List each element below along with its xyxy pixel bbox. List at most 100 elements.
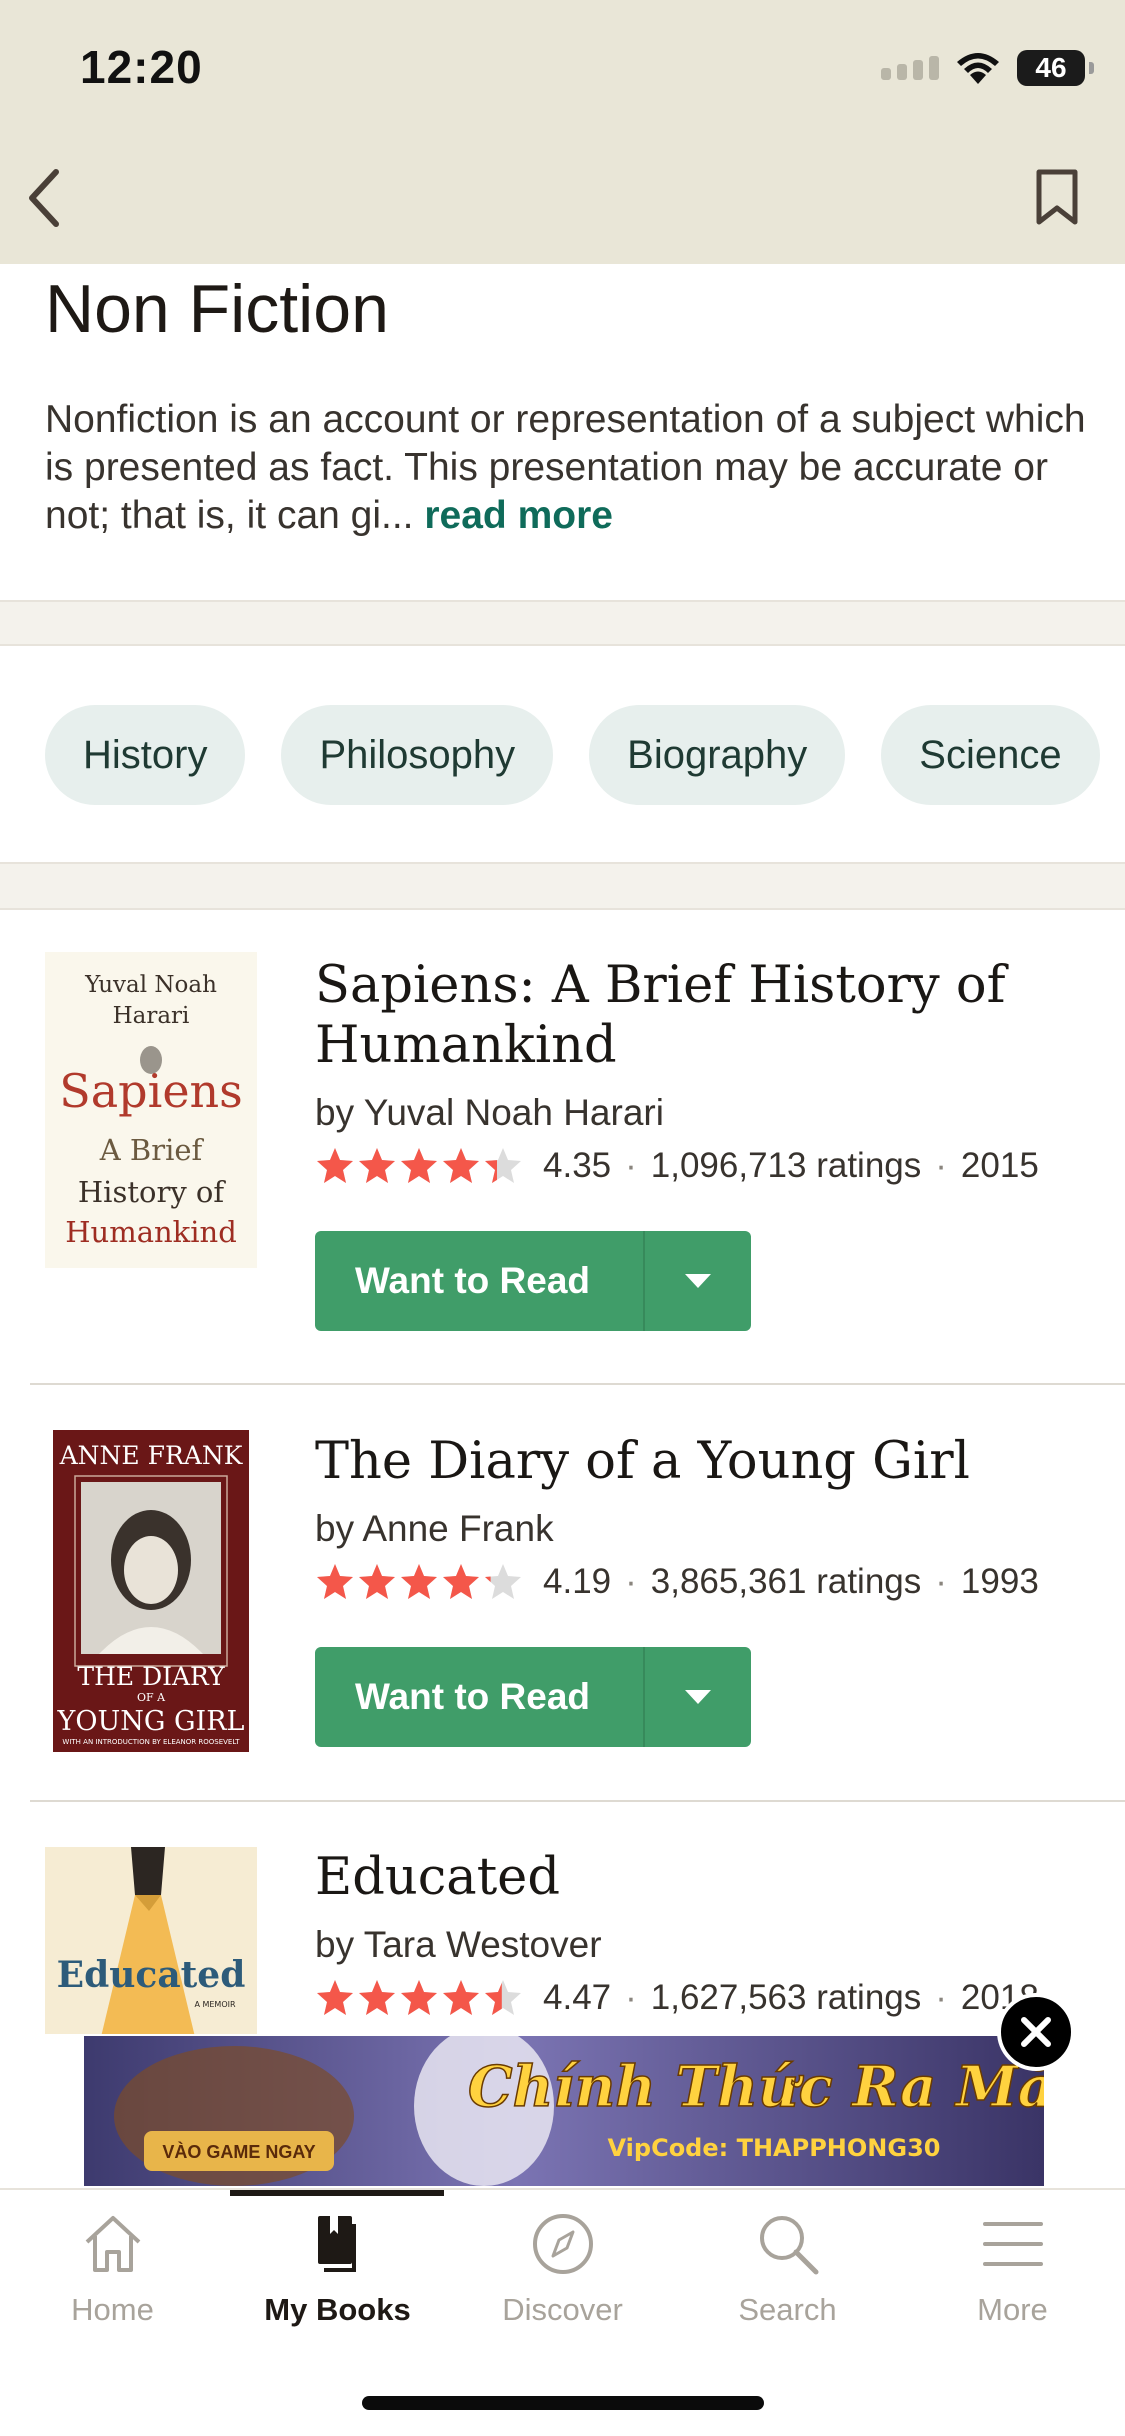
shelf-dropdown-button[interactable]: [645, 1231, 751, 1331]
average-rating: 4.47: [543, 1978, 612, 2017]
star-icon: [443, 1148, 479, 1183]
cover-author: ANNE FRANK: [59, 1441, 244, 1470]
row-divider: [30, 1383, 1125, 1385]
star-icon: [401, 1980, 437, 2015]
want-to-read-button[interactable]: Want to Read: [315, 1647, 751, 1747]
ad-code: VipCode: THAPPHONG30: [608, 2134, 941, 2162]
cover-title: YOUNG GIRL: [57, 1706, 245, 1737]
tab-label: Home: [71, 2292, 154, 2327]
active-tab-indicator: [230, 2190, 444, 2196]
page-title: Non Fiction: [45, 271, 389, 347]
book-title[interactable]: The Diary of a Young Girl: [315, 1432, 1075, 1492]
compass-icon: [532, 2214, 593, 2274]
star-icon: [443, 1980, 479, 2015]
ad-headline: Chính Thức Ra Mắt: [468, 2054, 1044, 2120]
star-icon: [359, 1564, 395, 1599]
ratings-count: 1,627,563 ratings: [650, 1978, 922, 2017]
star-rating: [315, 1562, 523, 1602]
book-author[interactable]: by Anne Frank: [315, 1508, 554, 1550]
book-title[interactable]: Educated: [315, 1848, 1075, 1908]
separator-dot: ·: [625, 1978, 637, 2017]
book-cover[interactable]: ANNE FRANK THE DIARY OF A YOUNG GIRL WIT…: [53, 1430, 249, 1752]
chip-history[interactable]: History: [45, 705, 246, 805]
book-author[interactable]: by Yuval Noah Harari: [315, 1092, 664, 1134]
ratings-count: 1,096,713 ratings: [650, 1146, 922, 1185]
genre-description: Nonfiction is an account or representati…: [45, 396, 1095, 540]
separator-dot: ·: [935, 1562, 947, 1601]
cover-title: Educated: [57, 1954, 246, 1996]
top-bar: 12:20 46: [0, 0, 1125, 264]
star-rating: [315, 1978, 523, 2018]
books-icon: [317, 2216, 356, 2272]
section-divider: [0, 862, 1125, 910]
subgenre-chips: History Philosophy Biography Science: [45, 705, 1100, 805]
wifi-icon: [957, 53, 999, 84]
tab-search[interactable]: Search: [675, 2210, 900, 2340]
cellular-signal-icon: [881, 56, 939, 80]
back-button[interactable]: [22, 168, 66, 228]
separator-dot: ·: [935, 1146, 947, 1185]
status-time: 12:20: [80, 41, 203, 93]
book-author[interactable]: by Tara Westover: [315, 1924, 602, 1966]
separator-dot: ·: [625, 1146, 637, 1185]
book-meta: 4.47 · 1,627,563 ratings · 2018: [315, 1978, 1039, 2018]
read-more-link[interactable]: read more: [424, 494, 613, 537]
separator-dot: ·: [625, 1562, 637, 1601]
search-icon: [759, 2216, 818, 2275]
row-divider: [30, 1800, 1125, 1802]
star-icon: [485, 1148, 521, 1183]
status-icons: 46: [881, 46, 1094, 90]
home-indicator: [362, 2396, 764, 2410]
star-icon: [317, 1564, 353, 1599]
cover-title: THE DIARY: [77, 1662, 225, 1691]
bookmark-button[interactable]: [1035, 168, 1079, 226]
book-cover[interactable]: Yuval Noah Harari Sapiens A Brief Histor…: [45, 952, 257, 1268]
ad-banner[interactable]: VÀO GAME NGAY Chính Thức Ra Mắt VipCode:…: [84, 2036, 1044, 2186]
want-to-read-button[interactable]: Want to Read: [315, 1231, 751, 1331]
cover-author: Harari: [113, 1003, 190, 1029]
chip-science[interactable]: Science: [881, 705, 1100, 805]
ratings-count: 3,865,361 ratings: [650, 1562, 922, 1601]
bookmark-icon: [1036, 169, 1078, 225]
caret-down-icon: [685, 1690, 711, 1704]
tab-home[interactable]: Home: [0, 2210, 225, 2340]
star-icon: [317, 1980, 353, 2015]
ad-image: VÀO GAME NGAY Chính Thức Ra Mắt VipCode:…: [84, 2036, 1044, 2186]
star-icon: [401, 1564, 437, 1599]
shelf-dropdown-button[interactable]: [645, 1647, 751, 1747]
home-icon: [85, 2216, 140, 2272]
cover-intro: WITH AN INTRODUCTION BY ELEANOR ROOSEVEL…: [62, 1738, 240, 1746]
close-icon: [1021, 2017, 1051, 2047]
tab-discover[interactable]: Discover: [450, 2210, 675, 2340]
star-icon: [485, 1564, 521, 1599]
tab-label: Search: [738, 2292, 837, 2327]
want-to-read-label[interactable]: Want to Read: [315, 1231, 645, 1331]
ad-cta: VÀO GAME NGAY: [162, 2141, 315, 2162]
book-title[interactable]: Sapiens: A Brief History of Humankind: [315, 956, 1075, 1076]
publication-year: 1993: [960, 1562, 1039, 1601]
tab-more[interactable]: More: [900, 2210, 1125, 2340]
menu-icon: [982, 2222, 1043, 2266]
chip-philosophy[interactable]: Philosophy: [281, 705, 554, 805]
tab-my-books[interactable]: My Books: [225, 2210, 450, 2340]
star-icon: [485, 1980, 521, 2015]
want-to-read-label[interactable]: Want to Read: [315, 1647, 645, 1747]
cover-tag: A MEMOIR: [194, 2000, 236, 2009]
close-ad-button[interactable]: [997, 1993, 1075, 2071]
average-rating: 4.19: [543, 1562, 612, 1601]
average-rating: 4.35: [543, 1146, 612, 1185]
star-icon: [359, 1980, 395, 2015]
chevron-left-icon: [29, 169, 59, 227]
book-meta: 4.19 · 3,865,361 ratings · 1993: [315, 1562, 1039, 1602]
section-divider: [0, 600, 1125, 646]
book-cover[interactable]: Educated A MEMOIR: [45, 1847, 257, 2037]
cover-author: Yuval Noah: [84, 972, 217, 998]
tab-label: Discover: [502, 2292, 623, 2327]
star-rating: [315, 1146, 523, 1186]
cover-subtitle: A Brief: [99, 1133, 205, 1167]
chip-biography[interactable]: Biography: [589, 705, 846, 805]
star-icon: [401, 1148, 437, 1183]
star-icon: [443, 1564, 479, 1599]
cover-title: Sapiens: [59, 1064, 243, 1118]
cover-title: OF A: [137, 1691, 166, 1704]
